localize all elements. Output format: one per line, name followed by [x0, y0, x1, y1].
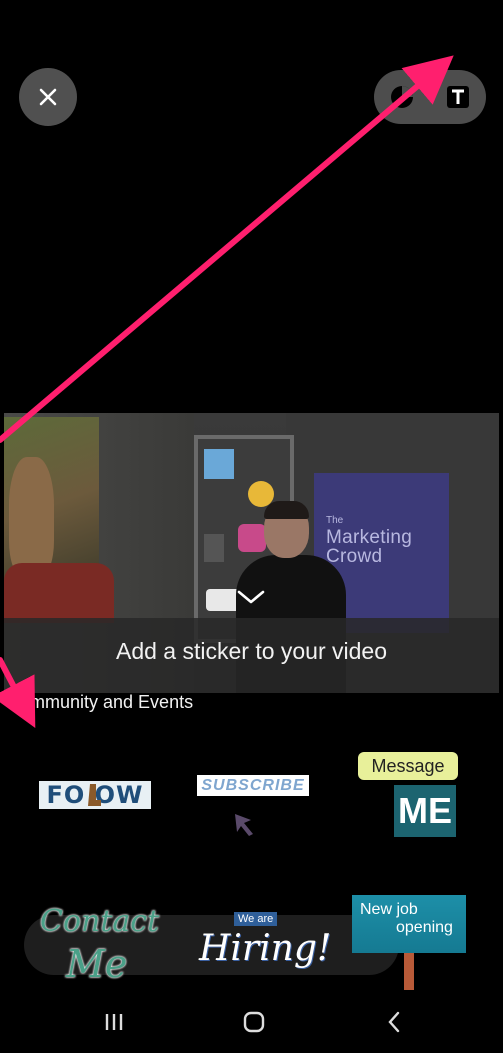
video-preview[interactable]: The Marketing Crowd Add a sticker to you…: [4, 413, 499, 693]
sticker-section-title: ommunity and Events: [20, 692, 194, 712]
recent-apps-button[interactable]: [84, 1000, 144, 1044]
text-tool-button[interactable]: [430, 70, 486, 124]
sticker-hiring[interactable]: We are Hiring!: [194, 910, 331, 1000]
sticker-me[interactable]: ME: [394, 785, 456, 837]
home-icon: [243, 1011, 265, 1033]
sticker-message[interactable]: Message: [358, 752, 458, 780]
tool-toolbar: [374, 70, 486, 124]
cursor-icon: [235, 814, 253, 836]
effects-icon: [391, 86, 413, 108]
sticker-contact-me[interactable]: Contact Me: [32, 900, 162, 1000]
sticker-hiring-text: Hiring!: [199, 928, 332, 969]
close-icon: [39, 88, 57, 106]
system-nav-bar: [4, 990, 499, 1053]
sticker-contact-line1: Contact: [40, 904, 160, 939]
sticker-me-text: ME: [398, 790, 452, 831]
sticker-job-opening[interactable]: New job opening: [352, 895, 466, 953]
effects-button[interactable]: [374, 70, 430, 124]
sticker-editor-screen: The Marketing Crowd Add a sticker to you…: [4, 0, 499, 1053]
text-tool-icon: [447, 86, 469, 108]
billboard-line1: New job: [360, 901, 418, 918]
twitter-sign: [204, 449, 234, 479]
sticker-subscribe-text: SUBSCRIBE: [201, 776, 305, 794]
home-button[interactable]: [224, 1000, 284, 1044]
collapse-button[interactable]: [232, 585, 270, 609]
back-button[interactable]: [364, 1000, 424, 1044]
sticker-contact-line2: Me: [66, 942, 128, 986]
sticker-subscribe[interactable]: SUBSCRIBE: [197, 775, 309, 796]
scene-sofa: [4, 563, 114, 623]
sticker-message-text: Message: [371, 755, 445, 776]
close-button[interactable]: [19, 68, 77, 126]
books: [204, 534, 224, 562]
sticker-we-are: We are: [234, 912, 278, 926]
chevron-down-icon: [237, 590, 265, 604]
sticker-caption: Add a sticker to your video: [115, 638, 388, 664]
recent-apps-icon: [105, 1014, 123, 1030]
billboard-text: New job opening: [360, 901, 453, 937]
back-icon: [388, 1011, 400, 1033]
boot-icon: [88, 784, 101, 806]
billboard-line2: opening: [396, 919, 453, 936]
